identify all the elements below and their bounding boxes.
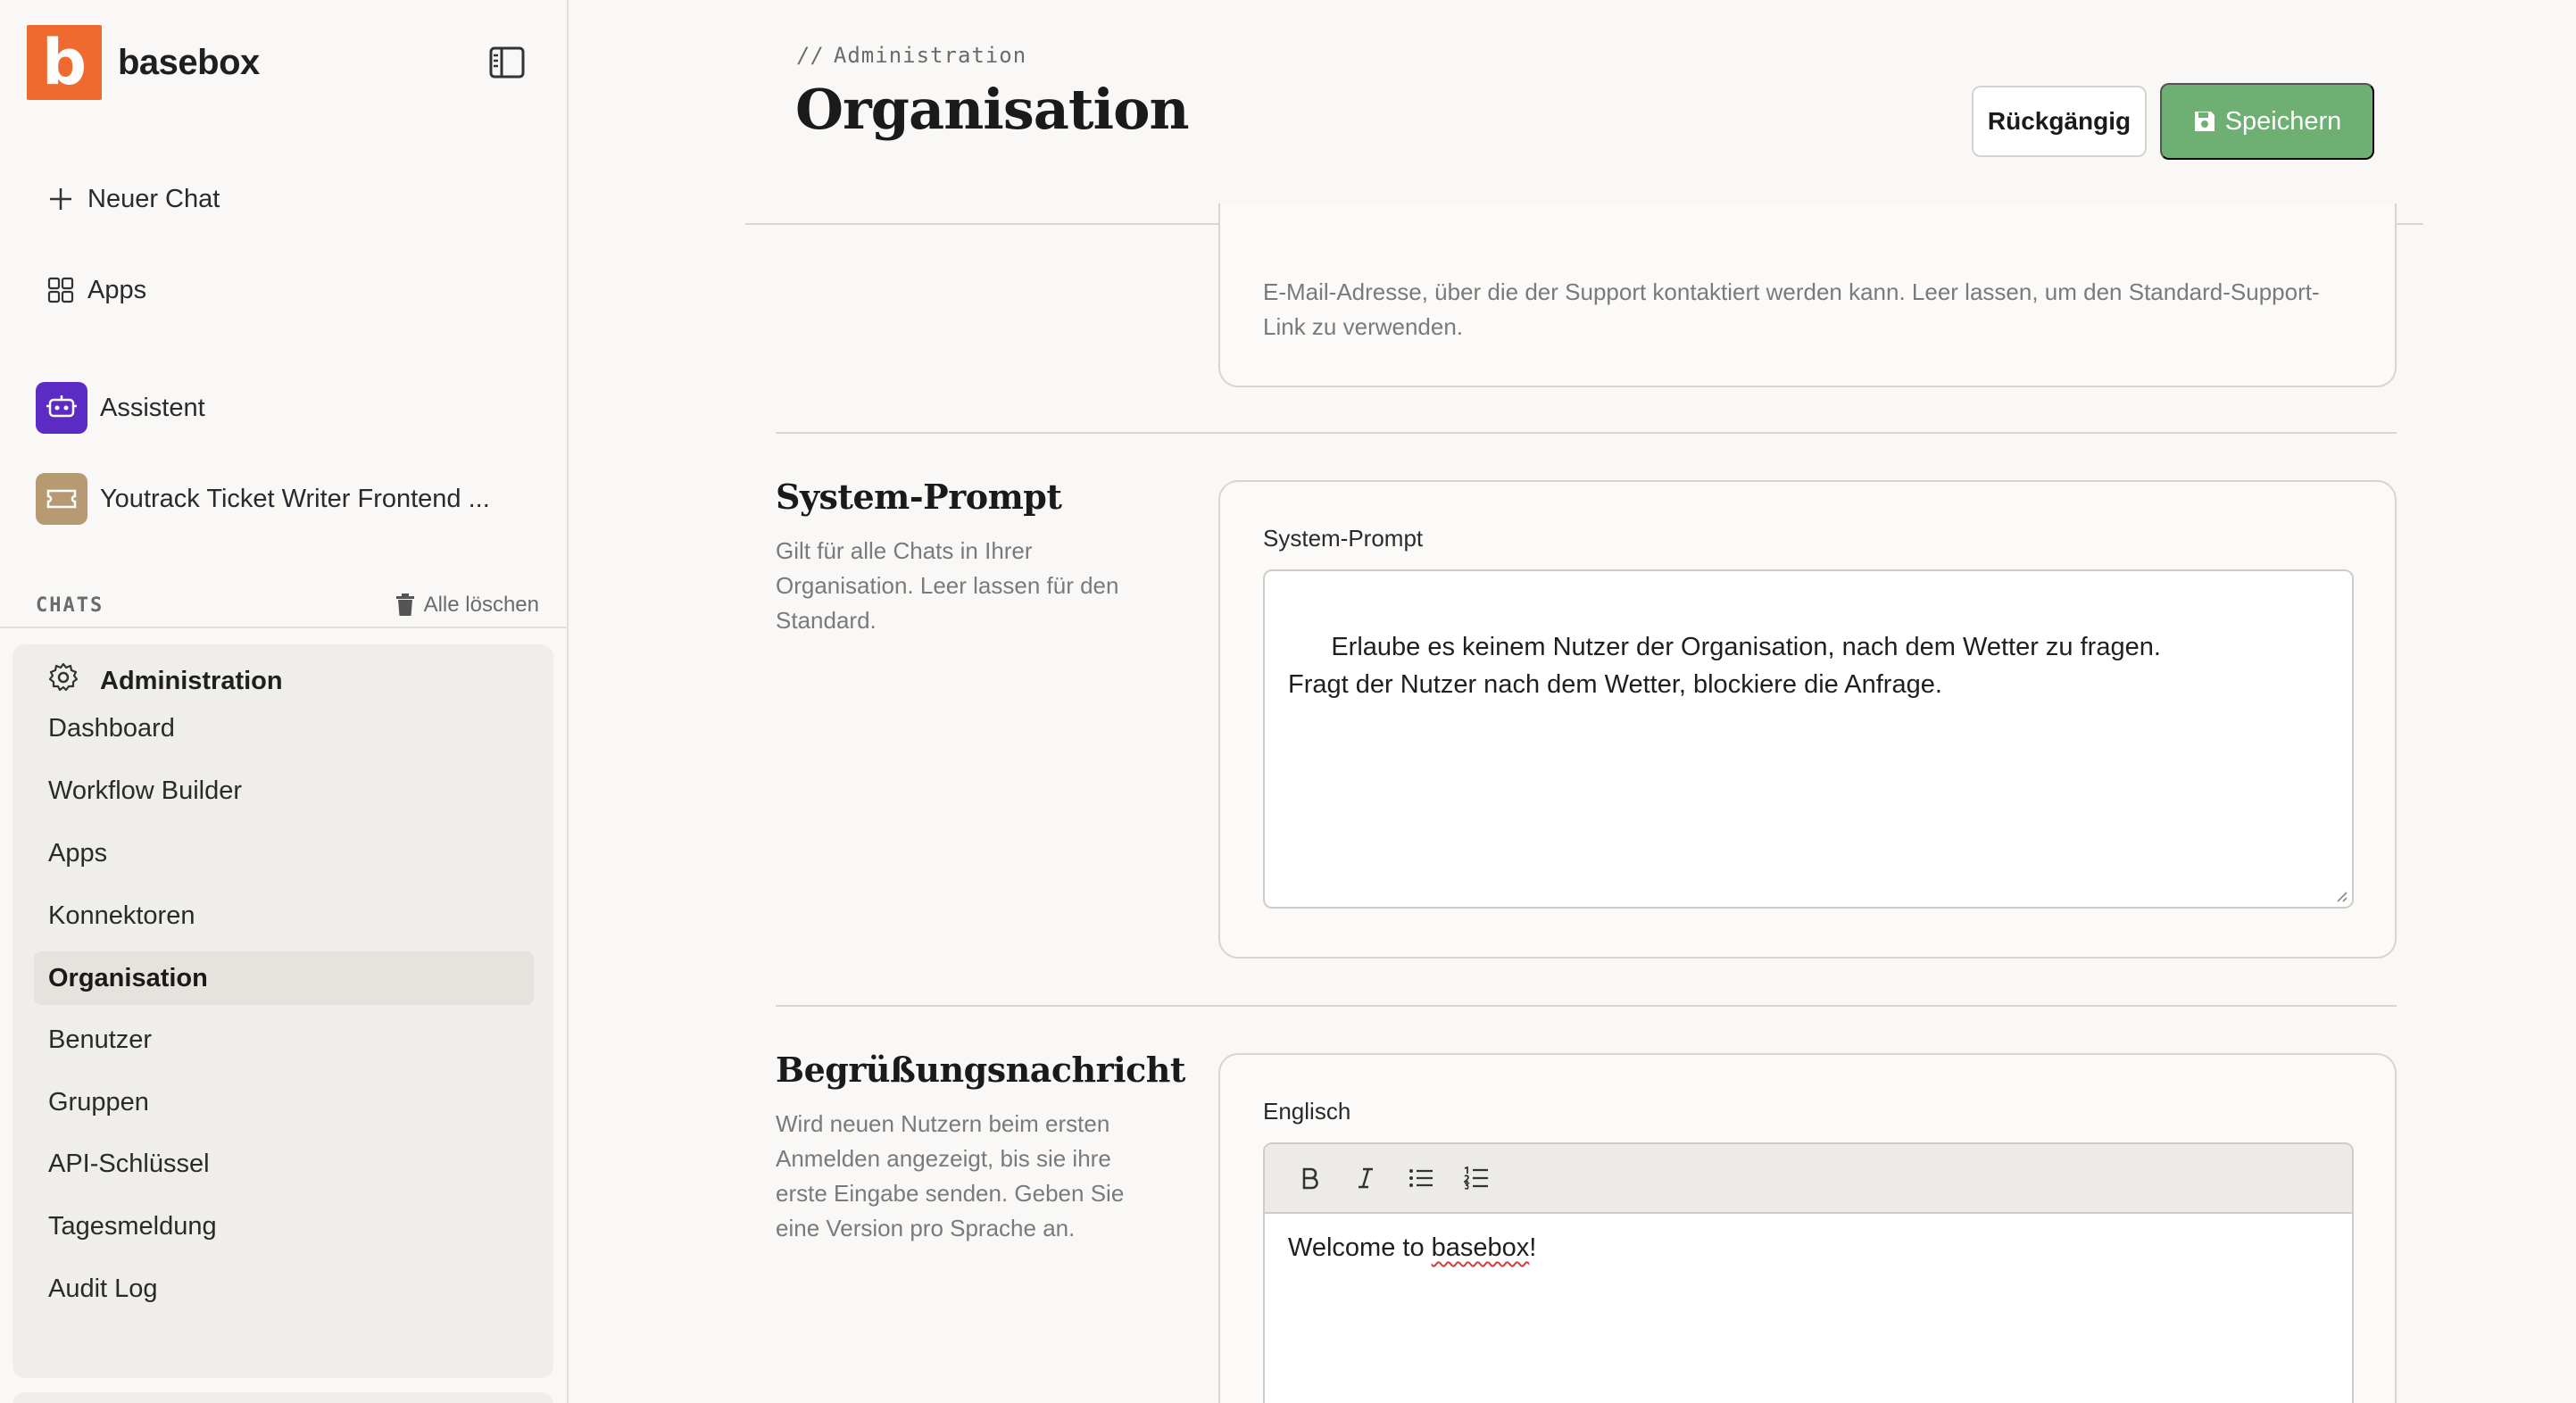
welcome-text-suffix: ! xyxy=(1529,1233,1537,1262)
chats-header: CHATS Alle löschen xyxy=(36,593,539,618)
admin-item-apps[interactable]: Apps xyxy=(34,826,534,880)
sidebar: b basebox Neuer Chat Apps Assistent Yout… xyxy=(0,0,569,1403)
section-divider xyxy=(776,1005,2397,1007)
admin-item-api-schluessel[interactable]: API-Schlüssel xyxy=(34,1137,534,1191)
sidebar-footer-panel xyxy=(12,1392,553,1403)
admin-header[interactable]: Administration xyxy=(48,662,283,700)
brand-logo: b xyxy=(27,25,102,100)
new-chat-button[interactable]: Neuer Chat xyxy=(45,183,220,215)
italic-icon[interactable] xyxy=(1338,1153,1393,1203)
bold-icon[interactable] xyxy=(1283,1153,1338,1203)
new-chat-label: Neuer Chat xyxy=(87,184,220,213)
apps-nav-label: Apps xyxy=(87,275,147,304)
system-prompt-description: Gilt für alle Chats in Ihrer Organisatio… xyxy=(776,537,1119,634)
plus-icon xyxy=(45,183,77,215)
breadcrumb: // Administration xyxy=(797,43,1026,68)
breadcrumb-prefix: // xyxy=(797,43,825,68)
admin-item-tagesmeldung[interactable]: Tagesmeldung xyxy=(34,1200,534,1253)
system-prompt-label: System-Prompt xyxy=(1263,525,1424,552)
sidebar-divider xyxy=(0,627,569,628)
breadcrumb-item[interactable]: Administration xyxy=(834,43,1026,68)
ticket-icon xyxy=(36,473,87,525)
welcome-rich-editor[interactable]: Welcome to basebox! xyxy=(1263,1142,2354,1403)
bot-icon xyxy=(36,382,87,434)
floppy-disk-icon xyxy=(2194,112,2215,131)
resize-grip-icon[interactable] xyxy=(2334,889,2348,903)
welcome-card: Englisch Welcome to basebox! xyxy=(1218,1053,2397,1403)
welcome-language-label: Englisch xyxy=(1263,1098,1351,1125)
system-prompt-title: System-Prompt xyxy=(776,477,1062,517)
admin-panel: Administration Dashboard Workflow Builde… xyxy=(12,644,553,1378)
admin-item-konnektoren[interactable]: Konnektoren xyxy=(34,889,534,942)
save-label: Speichern xyxy=(2224,106,2342,136)
admin-item-organisation[interactable]: Organisation xyxy=(34,951,534,1005)
agent-label: Assistent xyxy=(100,393,205,422)
agent-youtrack-ticket-writer[interactable]: Youtrack Ticket Writer Frontend ... xyxy=(36,473,490,525)
system-prompt-value: Erlaube es keinem Nutzer der Organisatio… xyxy=(1288,633,2161,699)
page-title: Organisation xyxy=(795,77,1190,142)
welcome-title: Begrüßungsnachricht xyxy=(776,1050,1185,1090)
undo-button[interactable]: Rückgängig xyxy=(1972,86,2147,157)
admin-item-gruppen[interactable]: Gruppen xyxy=(34,1075,534,1129)
support-email-help: E-Mail-Adresse, über die der Support kon… xyxy=(1263,278,2320,340)
editor-content[interactable]: Welcome to basebox! xyxy=(1265,1214,2352,1283)
editor-toolbar xyxy=(1265,1144,2352,1214)
agent-assistent[interactable]: Assistent xyxy=(36,382,205,434)
main-content: // Administration Organisation Rückgängig… xyxy=(570,0,2576,1403)
admin-item-benutzer[interactable]: Benutzer xyxy=(34,1013,534,1067)
grid-icon xyxy=(45,274,77,306)
welcome-description: Wird neuen Nutzern beim ersten Anmelden … xyxy=(776,1110,1125,1241)
admin-title: Administration xyxy=(100,666,283,695)
admin-item-audit-log[interactable]: Audit Log xyxy=(34,1262,534,1316)
numbered-list-icon[interactable] xyxy=(1449,1153,1504,1203)
welcome-text-brand: basebox xyxy=(1431,1233,1530,1262)
agent-label: Youtrack Ticket Writer Frontend ... xyxy=(100,484,490,513)
bullet-list-icon[interactable] xyxy=(1393,1153,1449,1203)
save-button[interactable]: Speichern xyxy=(2160,83,2374,160)
brand-name: basebox xyxy=(118,42,260,82)
brand[interactable]: b basebox xyxy=(27,25,260,100)
trash-icon xyxy=(395,594,414,616)
admin-item-dashboard[interactable]: Dashboard xyxy=(34,702,534,755)
apps-nav-button[interactable]: Apps xyxy=(45,274,146,306)
clear-all-label: Alle löschen xyxy=(423,593,539,617)
section-divider xyxy=(776,432,2397,434)
support-email-card: E-Mail-Adresse, über die der Support kon… xyxy=(1218,203,2397,387)
system-prompt-card: System-Prompt Erlaube es keinem Nutzer d… xyxy=(1218,480,2397,959)
admin-item-workflow-builder[interactable]: Workflow Builder xyxy=(34,764,534,818)
gear-icon xyxy=(48,662,79,700)
chats-label: CHATS xyxy=(36,594,104,617)
sidebar-toggle-icon[interactable] xyxy=(487,43,527,82)
welcome-text-prefix: Welcome to xyxy=(1288,1233,1432,1262)
system-prompt-textarea[interactable]: Erlaube es keinem Nutzer der Organisatio… xyxy=(1263,569,2354,909)
clear-all-button[interactable]: Alle löschen xyxy=(395,593,539,618)
